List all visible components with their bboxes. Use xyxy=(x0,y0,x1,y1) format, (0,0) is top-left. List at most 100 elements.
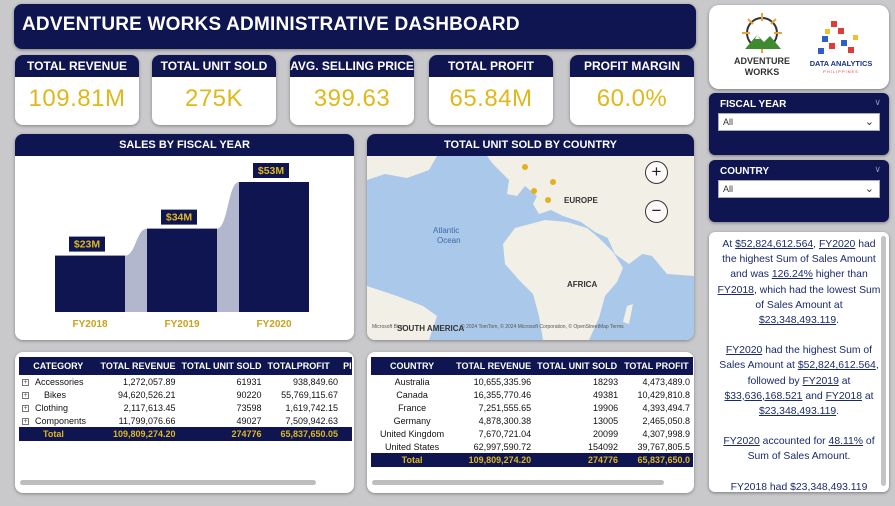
table-cell: Australia xyxy=(394,376,430,387)
map-attribution[interactable]: © 2024 TomTom, © 2024 Microsoft Corporat… xyxy=(461,323,624,330)
table-cell: 49027 xyxy=(236,415,262,426)
data-label: $23M xyxy=(74,239,101,251)
kpi-label: TOTAL REVENUE xyxy=(15,55,139,77)
table-cell: 13005 xyxy=(593,415,619,426)
bar-fy2018[interactable] xyxy=(55,255,125,312)
table-row[interactable]: + Clothing 2,117,613.45 73598 1,619,742.1… xyxy=(19,401,352,414)
vertical-scrollbar[interactable] xyxy=(881,236,886,486)
table-row[interactable]: Germany 4,878,300.38 13005 2,465,050.8 xyxy=(371,414,693,427)
country-dropdown[interactable]: All ⌄ xyxy=(718,180,880,198)
narrative-paragraph: FY2018 had $23,348,493.119 xyxy=(730,481,868,492)
zoom-in-button[interactable]: + xyxy=(645,161,668,184)
chevron-down-icon: ⌄ xyxy=(864,183,874,195)
bar-fy2020[interactable] xyxy=(239,182,309,312)
table-cell: Total xyxy=(371,453,454,467)
dropdown-value: All xyxy=(723,184,734,194)
table-cell: Germany xyxy=(393,415,431,426)
expand-icon[interactable]: + xyxy=(22,404,29,412)
table-header-row: CATEGORY TOTAL REVENUE TOTAL UNIT SOLD T… xyxy=(19,357,352,375)
narrative-paragraph: FY2020 accounted for 48.11% of Sum of Sa… xyxy=(723,436,875,463)
table-row[interactable]: Canada 16,355,770.46 49381 10,429,810.8 xyxy=(371,388,693,401)
column-header[interactable]: TOTAL REVENUE xyxy=(453,357,535,375)
table-cell: France xyxy=(398,402,427,413)
expand-icon[interactable]: + xyxy=(22,417,29,425)
adventure-logo-line1: ADVENTURE xyxy=(734,56,790,66)
table-cell: 65,837,650.0 xyxy=(621,453,693,467)
table-cell: 1,272,057.89 xyxy=(122,376,176,387)
table-row[interactable]: + Components 11,799,076.66 49027 7,509,94… xyxy=(19,414,352,427)
bar-chart: $23M FY2018 $34M FY2019 $53M FY2020 xyxy=(55,163,309,330)
table-cell: 73598 xyxy=(236,402,262,413)
map-label-europe: EUROPE xyxy=(564,196,598,205)
table-cell: 7,251,555.65 xyxy=(478,402,532,413)
table-cell: 4,307,998.9 xyxy=(642,428,690,439)
table-cell: 94,620,526.21 xyxy=(117,389,176,400)
map-label-africa: AFRICA xyxy=(567,280,597,289)
table-row[interactable]: Australia 10,655,335.96 18293 4,473,489.… xyxy=(371,375,693,388)
column-header[interactable]: TOTAL UNIT SOLD xyxy=(534,357,622,375)
table-row[interactable]: + Accessories 1,272,057.89 61931 938,849.… xyxy=(19,375,352,388)
fiscal-year-dropdown[interactable]: All ⌄ xyxy=(718,113,880,131)
horizontal-scrollbar[interactable] xyxy=(20,480,316,485)
table-cell: 19906 xyxy=(593,402,619,413)
dap-logo: DATA ANALYTICS PHILIPPINES xyxy=(810,21,873,74)
table-cell: 7,509,942.63 xyxy=(285,415,339,426)
table-cell: 2,117,613.45 xyxy=(123,402,176,413)
table-row[interactable]: France 7,251,555.65 19906 4,393,494.7 xyxy=(371,401,693,414)
table-cell: 274776 xyxy=(534,453,622,467)
table-cell: 62,997,590.72 xyxy=(473,441,532,452)
logo-card: ADVENTURE WORKS DATA ANALYTICS PHILIPPIN… xyxy=(709,5,889,89)
kpi-label: TOTAL UNIT SOLD xyxy=(152,55,276,77)
table-cell: 55,769,115.67 xyxy=(281,389,339,400)
collapse-icon[interactable]: ∨ xyxy=(874,97,881,108)
title-bar: ADVENTURE WORKS ADMINISTRATIVE DASHBOARD xyxy=(14,4,696,49)
table-row[interactable]: United States 62,997,590.72 154092 39,76… xyxy=(371,440,693,453)
adventure-logo-line2: WORKS xyxy=(745,67,780,77)
table-row[interactable]: + Bikes 94,620,526.21 90220 55,769,115.67 xyxy=(19,388,352,401)
adventure-works-logo: ADVENTURE WORKS xyxy=(734,13,790,77)
panel-title: SALES BY FISCAL YEAR xyxy=(15,134,354,156)
table-cell: 61931 xyxy=(236,376,262,387)
kpi-value: 109.81M xyxy=(28,85,126,112)
table-total-row: Total 109,809,274.20 274776 65,837,650.0… xyxy=(19,427,352,441)
slicer-label: COUNTRY xyxy=(720,166,770,177)
column-header[interactable]: COUNTRY xyxy=(371,357,454,375)
narrative-paragraph: FY2020 had the highest Sum of Sales Amou… xyxy=(719,345,879,418)
table-cell: 16,355,770.46 xyxy=(473,389,532,400)
dap-logo-line1: DATA ANALYTICS xyxy=(810,59,873,68)
table-cell: 4,878,300.38 xyxy=(478,415,532,426)
country-table-panel: COUNTRY TOTAL REVENUE TOTAL UNIT SOLD TO… xyxy=(367,352,694,493)
kpi-label: PROFIT MARGIN xyxy=(570,55,694,77)
horizontal-scrollbar[interactable] xyxy=(372,480,664,485)
column-header[interactable]: CATEGORY xyxy=(19,357,98,375)
table-cell: Canada xyxy=(396,389,428,400)
kpi-avg-selling-price[interactable]: AVG. SELLING PRICE 399.63 xyxy=(290,55,414,125)
table-row[interactable]: United Kingdom 7,670,721.04 20099 4,307,… xyxy=(371,427,693,440)
table-cell: Accessories xyxy=(35,376,84,387)
data-label: $34M xyxy=(166,212,193,224)
kpi-total-profit[interactable]: TOTAL PROFIT 65.84M xyxy=(429,55,553,125)
column-header[interactable]: TOTALPROFIT xyxy=(264,357,342,375)
table-cell: 109,809,274.20 xyxy=(453,453,535,467)
expand-icon[interactable]: + xyxy=(22,378,29,386)
zoom-out-button[interactable]: − xyxy=(645,200,668,223)
x-tick-label: FY2019 xyxy=(164,319,199,330)
world-map[interactable]: EUROPE Atlantic Ocean AFRICA SOUTH AMERI… xyxy=(367,156,694,340)
kpi-total-unit-sold[interactable]: TOTAL UNIT SOLD 275K xyxy=(152,55,276,125)
kpi-label: TOTAL PROFIT xyxy=(429,55,553,77)
bar-fy2019[interactable] xyxy=(147,228,217,312)
column-header[interactable]: PI xyxy=(341,357,352,375)
page-title: ADVENTURE WORKS ADMINISTRATIVE DASHBOARD xyxy=(22,14,520,35)
slicer-fiscal-year: FISCAL YEAR ∨ All ⌄ xyxy=(709,93,889,155)
collapse-icon[interactable]: ∨ xyxy=(874,164,881,175)
table-cell: 39,767,805.5 xyxy=(637,441,690,452)
map-label-south-america: SOUTH AMERICA xyxy=(397,324,464,333)
kpi-total-revenue[interactable]: TOTAL REVENUE 109.81M xyxy=(15,55,139,125)
expand-icon[interactable]: + xyxy=(22,391,29,399)
bing-logo: Microsoft Bing xyxy=(372,324,404,330)
column-header[interactable]: TOTAL UNIT SOLD xyxy=(178,357,265,375)
column-header[interactable]: TOTAL PROFIT xyxy=(621,357,693,375)
table-cell: Bikes xyxy=(44,389,67,400)
column-header[interactable]: TOTAL REVENUE xyxy=(97,357,179,375)
kpi-profit-margin[interactable]: PROFIT MARGIN 60.0% xyxy=(570,55,694,125)
